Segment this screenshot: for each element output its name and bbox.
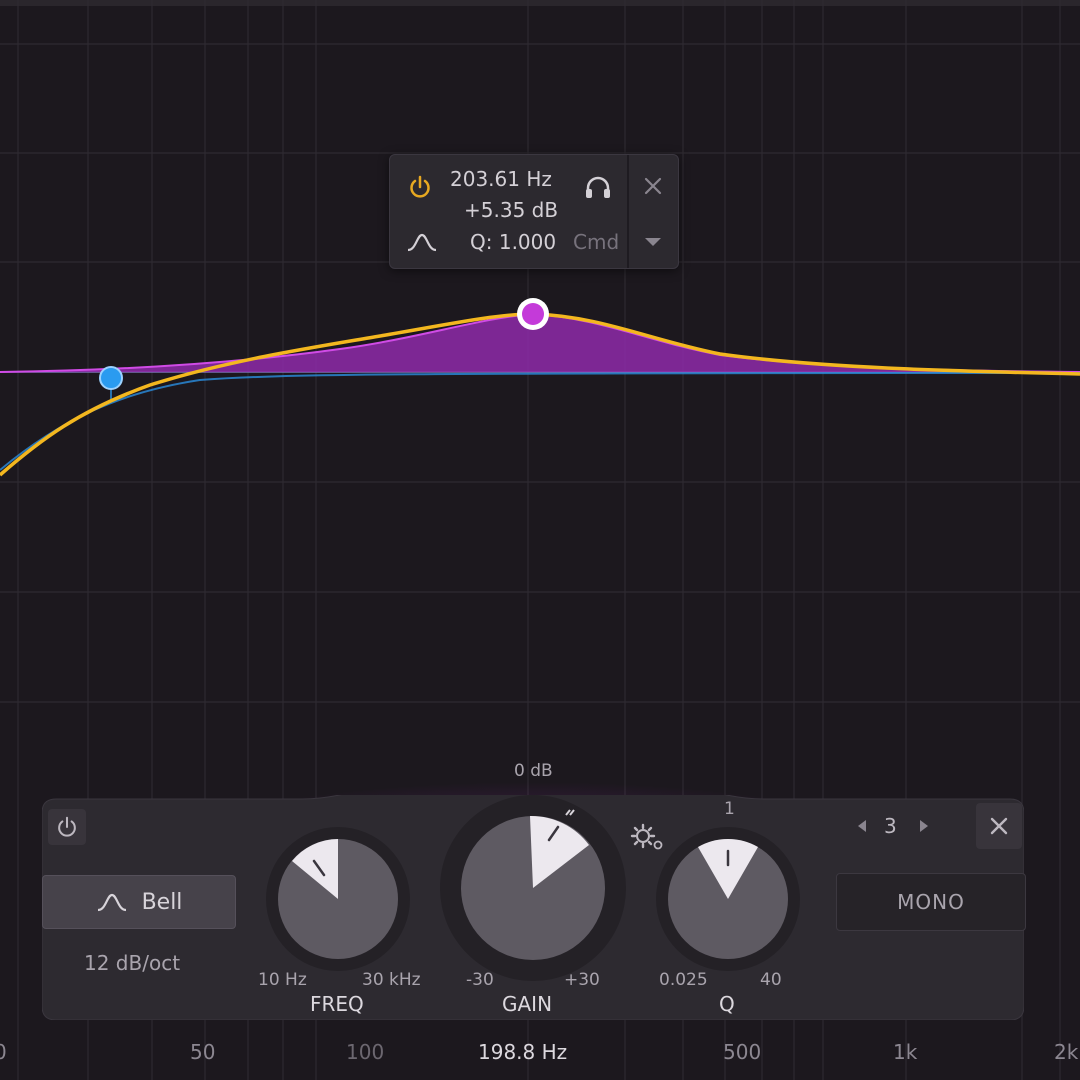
triangle-left-icon[interactable] (852, 815, 872, 837)
filter-shape-button[interactable]: Bell (42, 875, 236, 929)
stereo-mode-button[interactable]: MONO (836, 873, 1026, 931)
gain-max-label: +30 (564, 970, 600, 990)
freq-knob-title: FREQ (310, 992, 364, 1016)
freq-knob[interactable] (264, 825, 412, 973)
tooltip-divider (627, 155, 629, 268)
triangle-right-icon[interactable] (914, 815, 934, 837)
tooltip-q[interactable]: Q: 1.000 (470, 230, 556, 254)
band-control-panel: Bell 12 dB/oct 10 Hz 30 kHz FREQ 0 dB -3… (42, 761, 1026, 1020)
power-icon[interactable] (48, 809, 86, 845)
band3-handle[interactable] (522, 303, 544, 325)
gain-knob-title: GAIN (502, 992, 553, 1016)
freq-tick: 1k (893, 1040, 918, 1064)
band-tooltip: 203.61 Hz +5.35 dB Q: 1.000 Cmd (389, 154, 679, 269)
freq-tick-partial: 0 (0, 1040, 7, 1064)
bell-shape-icon (96, 891, 128, 913)
slope-label[interactable]: 12 dB/oct (84, 951, 180, 975)
headphones-icon[interactable] (583, 173, 613, 201)
freq-cursor-readout: 198.8 Hz (478, 1040, 568, 1064)
bell-shape-icon[interactable] (406, 229, 438, 255)
close-icon[interactable] (976, 803, 1022, 849)
gain-min-label: -30 (466, 970, 494, 990)
top-strip (0, 0, 1080, 6)
close-icon[interactable] (640, 173, 666, 199)
q-knob-title: Q (719, 992, 735, 1016)
tooltip-frequency[interactable]: 203.61 Hz (450, 167, 552, 191)
band1-handle[interactable] (99, 366, 123, 390)
gain-top-label: 0 dB (514, 761, 553, 781)
freq-min-label: 10 Hz (258, 970, 307, 990)
freq-tick: 50 (190, 1040, 216, 1064)
filter-shape-label: Bell (141, 889, 183, 915)
q-knob[interactable] (654, 825, 802, 973)
freq-tick: 500 (723, 1040, 762, 1064)
power-icon[interactable] (406, 173, 434, 201)
gain-knob[interactable] (438, 793, 628, 983)
tooltip-modifier-hint: Cmd (573, 230, 620, 254)
stereo-mode-label: MONO (897, 890, 965, 914)
band-number: 3 (884, 814, 897, 838)
tooltip-gain[interactable]: +5.35 dB (464, 198, 558, 222)
q-top-label: 1 (724, 799, 735, 819)
q-max-label: 40 (760, 970, 782, 990)
q-min-label: 0.025 (659, 970, 708, 990)
freq-max-label: 30 kHz (362, 970, 421, 990)
freq-tick: 100 (346, 1040, 385, 1064)
chevron-down-icon[interactable] (640, 231, 666, 253)
freq-tick: 2k (1054, 1040, 1079, 1064)
